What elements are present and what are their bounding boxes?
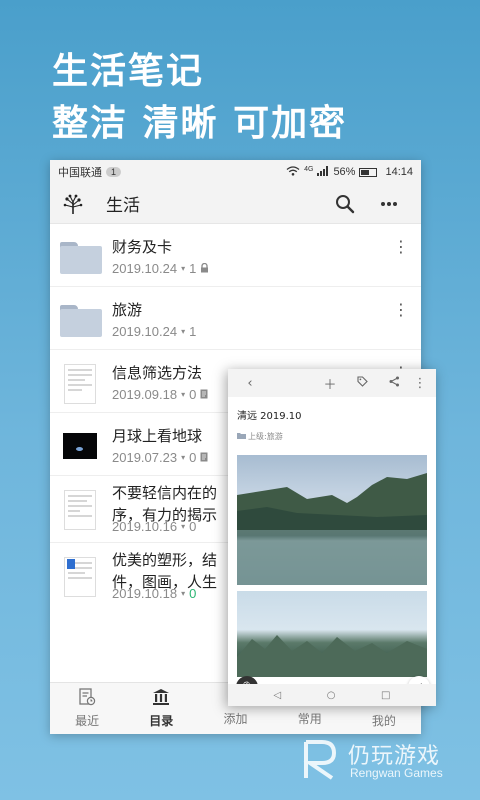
- folder-path-label: 上级:旅游: [248, 432, 283, 441]
- tree-logo-icon[interactable]: [60, 191, 86, 217]
- item-title: 月球上看地球: [112, 427, 203, 445]
- note-folder-path[interactable]: 上级:旅游: [237, 431, 283, 442]
- item-count: 0: [189, 519, 197, 534]
- tab-recent[interactable]: 最近: [50, 683, 124, 734]
- list-item[interactable]: 旅游 2019.10.24 ▾ 1 ⋮: [50, 287, 421, 350]
- tab-label: 添加: [223, 712, 248, 726]
- nav-home-icon[interactable]: ○: [327, 690, 336, 701]
- lock-icon: [200, 261, 209, 276]
- sim-badge: 1: [106, 167, 122, 177]
- moon-photo-thumbnail: [60, 427, 102, 463]
- catalog-icon: [152, 688, 170, 710]
- item-more-icon[interactable]: ⋮: [391, 234, 411, 258]
- item-date: 2019.10.18: [112, 586, 178, 601]
- item-meta: 2019.09.18 ▾ 0: [112, 387, 208, 402]
- signal-icon: [317, 165, 329, 179]
- battery-icon: [359, 167, 378, 177]
- note-icon: [200, 450, 208, 465]
- item-meta: 2019.10.18 ▾ 0: [112, 586, 196, 601]
- nav-recents-icon[interactable]: □: [381, 690, 390, 701]
- item-meta: 2019.10.16 ▾ 0: [112, 519, 196, 534]
- item-date: 2019.10.24: [112, 324, 178, 339]
- share-icon[interactable]: [378, 376, 410, 391]
- status-bar: 中国联通 1 4G 56% 14:14: [50, 160, 421, 184]
- note-title: 清远 2019.10: [237, 411, 302, 422]
- caret-icon: ▾: [181, 453, 186, 462]
- clock: 14:14: [385, 166, 413, 178]
- caret-icon: ▾: [181, 390, 186, 399]
- more-icon[interactable]: ⋮: [410, 376, 430, 391]
- search-icon[interactable]: [323, 184, 367, 224]
- promo-line-1: 生活笔记: [52, 51, 205, 92]
- caret-icon: ▾: [181, 264, 186, 273]
- item-count: 0: [189, 387, 197, 402]
- watermark-subtext: Rengwan Games: [350, 766, 443, 780]
- item-count: 1: [189, 261, 197, 276]
- item-date: 2019.10.24: [112, 261, 178, 276]
- item-count: 0: [189, 450, 197, 465]
- document-thumbnail: [60, 364, 102, 404]
- list-item[interactable]: 财务及卡 2019.10.24 ▾ 1 ⋮: [50, 224, 421, 287]
- folder-icon: [60, 301, 102, 337]
- item-count: 1: [189, 324, 197, 339]
- item-meta: 2019.10.24 ▾ 1: [112, 324, 196, 339]
- item-date: 2019.07.23: [112, 450, 178, 465]
- mountain-photo: [237, 591, 427, 677]
- bookmarked-document-thumbnail: [60, 557, 102, 597]
- item-meta: 2019.07.23 ▾ 0: [112, 450, 208, 465]
- note-preview-card: ‹ ＋ ⋮ 清远 2019.10 上级:旅游 🎙 ✓ ◁ ○ □: [228, 369, 436, 706]
- note-toolbar: ‹ ＋ ⋮: [228, 369, 436, 397]
- item-count: 0: [189, 586, 197, 601]
- note-icon: [200, 387, 208, 402]
- item-meta: 2019.10.24 ▾ 1: [112, 261, 209, 276]
- tab-label: 常用: [297, 712, 322, 726]
- caret-icon: ▾: [181, 589, 186, 598]
- wifi-icon: [286, 165, 300, 179]
- watermark: 仍玩游戏 Rengwan Games: [300, 738, 470, 788]
- carrier-name: 中国联通: [58, 167, 102, 179]
- battery-percent: 56%: [333, 166, 356, 178]
- bookmark-icon: [67, 559, 75, 569]
- folder-icon: [237, 432, 246, 441]
- tab-label: 目录: [149, 714, 174, 728]
- recent-icon: [78, 688, 96, 710]
- system-nav-bar: ◁ ○ □: [228, 684, 436, 706]
- document-thumbnail: [60, 490, 102, 530]
- lake-photo: [237, 455, 427, 585]
- item-title: 财务及卡: [112, 238, 173, 256]
- tab-catalog[interactable]: 目录: [124, 683, 198, 734]
- network-type: 4G: [304, 165, 314, 173]
- item-date: 2019.09.18: [112, 387, 178, 402]
- add-icon[interactable]: ＋: [314, 374, 346, 393]
- nav-back-icon[interactable]: ◁: [274, 690, 282, 701]
- item-title: 旅游: [112, 301, 143, 319]
- page-title: 生活: [106, 196, 140, 216]
- item-title: 信息筛选方法: [112, 364, 203, 382]
- watermark-logo-icon: [300, 738, 344, 786]
- tag-icon[interactable]: [346, 375, 378, 391]
- back-icon[interactable]: ‹: [234, 376, 266, 391]
- caret-icon: ▾: [181, 522, 186, 531]
- app-bar: 生活: [50, 184, 421, 224]
- promo-line-2: 整洁 清晰 可加密: [52, 103, 348, 144]
- tab-label: 最近: [75, 714, 100, 728]
- more-icon[interactable]: [367, 184, 411, 224]
- tab-label: 我的: [371, 714, 396, 728]
- caret-icon: ▾: [181, 327, 186, 336]
- item-more-icon[interactable]: ⋮: [391, 297, 411, 321]
- item-date: 2019.10.16: [112, 519, 178, 534]
- folder-icon: [60, 238, 102, 274]
